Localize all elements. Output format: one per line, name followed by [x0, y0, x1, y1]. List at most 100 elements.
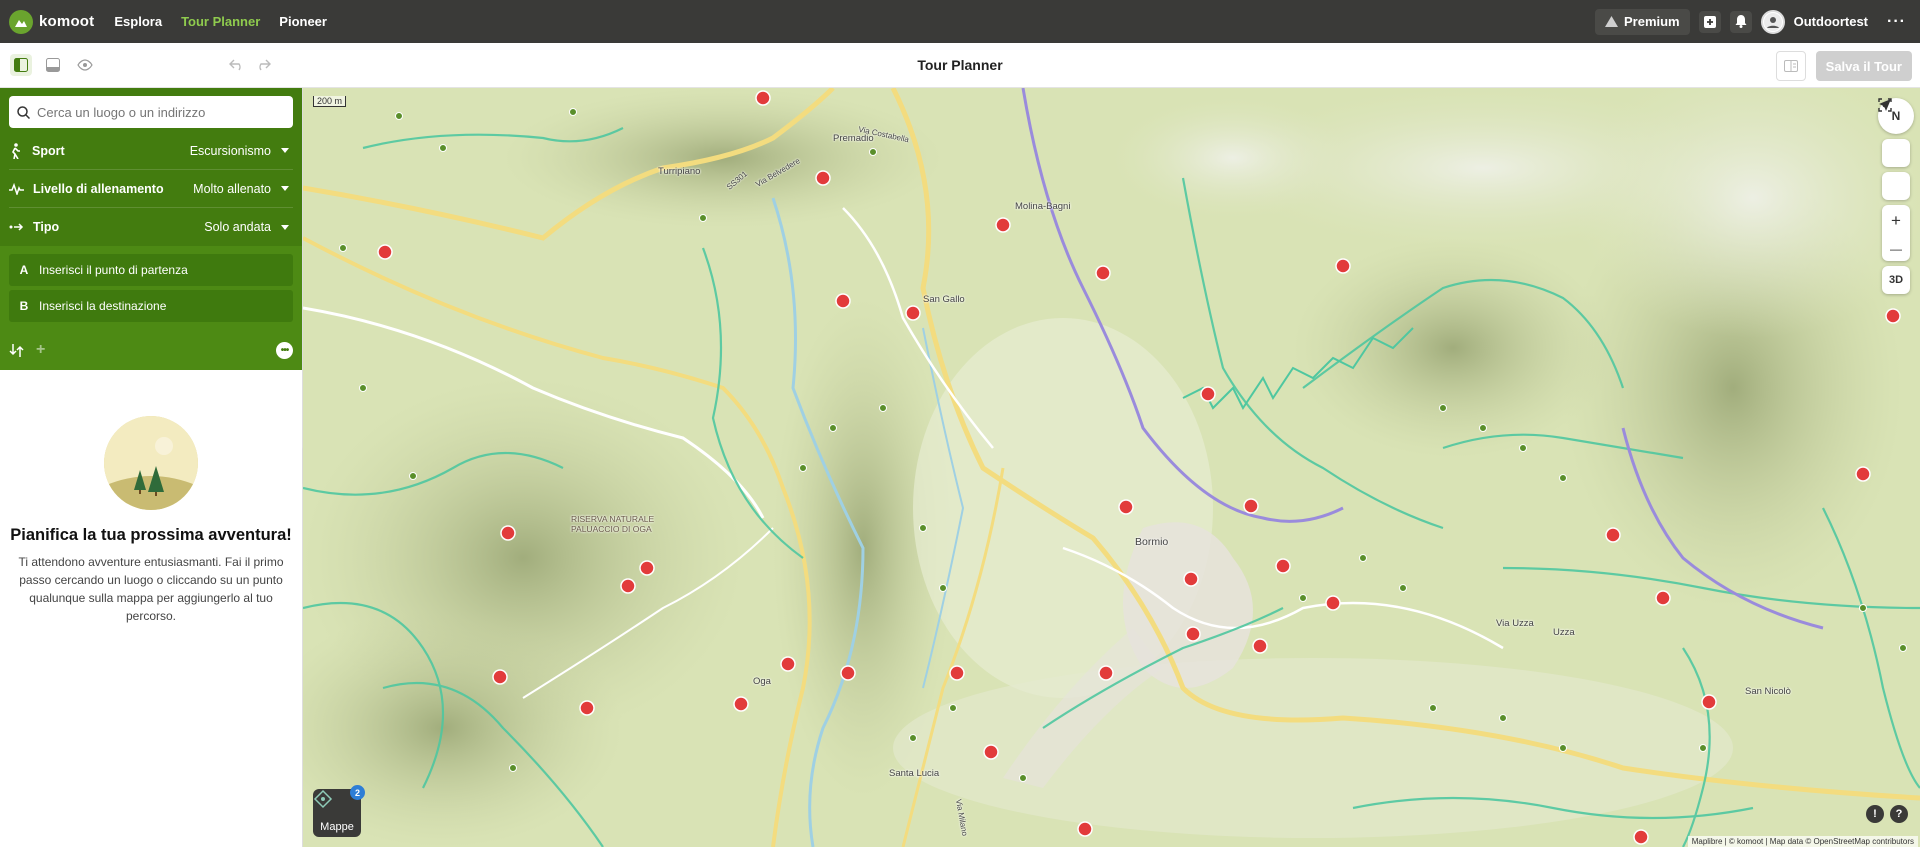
3d-button[interactable]: 3D: [1882, 266, 1910, 294]
map-controls: N + — 3D: [1878, 98, 1914, 294]
sport-label: Sport: [32, 143, 65, 158]
top-right-actions: Premium Outdoortest ···: [1594, 8, 1906, 35]
plus-square-icon: [1703, 15, 1716, 28]
waypoint-destination[interactable]: B Inserisci la destinazione: [9, 290, 293, 322]
chevron-down-icon: [281, 224, 289, 230]
add-waypoint-button[interactable]: +: [36, 341, 45, 359]
mountain-icon: [1604, 16, 1618, 27]
save-tour-button[interactable]: Salva il Tour: [1815, 51, 1912, 81]
sport-selector[interactable]: Sport Escursionismo: [9, 132, 293, 170]
map-canvas[interactable]: 200 m Premadio Turripiano Molina-Bagni S…: [303, 88, 1920, 847]
waypoint-destination-text: Inserisci la destinazione: [39, 299, 167, 313]
planner-sidebar: Sport Escursionismo Livello di allenamen…: [0, 88, 303, 847]
more-menu-button[interactable]: ···: [1887, 13, 1906, 31]
place-label: San Nicolò: [1745, 686, 1791, 697]
waypoints-list: A Inserisci il punto di partenza B Inser…: [0, 246, 302, 334]
planner-toolbar: Tour Planner Salva il Tour: [0, 43, 1920, 88]
layers-count-badge: 2: [350, 785, 365, 800]
komoot-logo[interactable]: komoot: [9, 9, 94, 34]
chevron-down-icon: [281, 186, 289, 191]
fitness-value: Molto allenato: [193, 181, 271, 196]
swap-icon[interactable]: [9, 343, 24, 358]
toolbar-right-actions: Salva il Tour: [1775, 51, 1912, 81]
nav-pioneer[interactable]: Pioneer: [279, 14, 327, 29]
premium-button[interactable]: Premium: [1594, 8, 1690, 35]
fitness-level-selector[interactable]: Livello di allenamento Molto allenato: [9, 170, 293, 208]
search-box[interactable]: [9, 96, 293, 128]
zoom-in-button[interactable]: +: [1891, 211, 1901, 231]
sidebar-icon: [14, 58, 28, 72]
create-button[interactable]: [1698, 10, 1721, 33]
place-label: PALUACCIO DI OGA: [571, 524, 652, 534]
waypoint-start-text: Inserisci il punto di partenza: [39, 263, 188, 277]
top-navigation-bar: komoot Esplora Tour Planner Pioneer Prem…: [0, 0, 1920, 43]
bottom-panel-button[interactable]: [42, 54, 64, 76]
report-icon[interactable]: !: [1866, 805, 1884, 823]
page-title: Tour Planner: [917, 57, 1003, 73]
preview-button[interactable]: [74, 54, 96, 76]
redo-icon: [259, 59, 271, 71]
avatar-icon: [1763, 12, 1782, 31]
map-info-buttons: ! ?: [1866, 805, 1908, 823]
locate-button[interactable]: [1879, 99, 1910, 167]
place-label: San Gallo: [923, 294, 965, 305]
bottom-panel-icon: [46, 58, 60, 72]
place-label: RISERVA NATURALE: [571, 514, 655, 524]
undo-icon: [229, 59, 241, 71]
waypoint-actions: + •••: [0, 330, 302, 370]
zoom-controls: + —: [1882, 205, 1910, 261]
fit-view-button[interactable]: [1878, 98, 1910, 200]
notifications-button[interactable]: [1729, 10, 1752, 33]
map-terrain: [303, 88, 1920, 847]
layers-icon: [313, 789, 333, 809]
one-way-arrow-icon: [9, 223, 24, 231]
waypoint-letter: B: [19, 299, 29, 313]
pulse-icon: [9, 182, 24, 195]
empty-state: Pianifica la tua prossima avventura! Ti …: [0, 370, 302, 625]
undo-button[interactable]: [226, 54, 248, 76]
place-label: Via Uzza: [1496, 618, 1534, 629]
user-avatar[interactable]: [1760, 9, 1785, 34]
empty-state-text: Ti attendono avventure entusiasmanti. Fa…: [18, 555, 284, 623]
hiker-icon: [12, 142, 20, 159]
compare-button[interactable]: [1775, 51, 1806, 81]
planner-settings-panel: Sport Escursionismo Livello di allenamen…: [0, 88, 302, 370]
eye-icon: [77, 59, 93, 71]
place-label: Molina-Bagni: [1015, 201, 1071, 212]
search-input[interactable]: [37, 104, 293, 120]
place-label: Santa Lucia: [889, 768, 940, 779]
adventure-illustration: [104, 416, 198, 510]
username[interactable]: Outdoortest: [1794, 14, 1868, 29]
map-layers-label: Mappe: [320, 821, 354, 833]
premium-label: Premium: [1623, 14, 1680, 29]
place-label: Turripiano: [658, 166, 701, 177]
main-nav: Esplora Tour Planner Pioneer: [114, 14, 327, 29]
map-scale: 200 m: [313, 96, 347, 107]
place-label: Bormio: [1135, 536, 1169, 548]
redo-button[interactable]: [252, 54, 274, 76]
focus-icon: [1878, 98, 1892, 112]
place-label: Uzza: [1553, 627, 1575, 638]
nav-tour-planner[interactable]: Tour Planner: [181, 14, 260, 29]
map-layers-button[interactable]: Mappe 2: [313, 785, 365, 837]
chevron-down-icon: [281, 148, 289, 153]
waypoint-start[interactable]: A Inserisci il punto di partenza: [9, 254, 293, 286]
more-options-icon[interactable]: •••: [276, 341, 293, 359]
help-icon[interactable]: ?: [1890, 805, 1908, 823]
komoot-logo-icon: [9, 9, 33, 34]
place-label: Oga: [753, 676, 771, 687]
empty-state-title: Pianifica la tua prossima avventura!: [10, 526, 292, 544]
fitness-label: Livello di allenamento: [33, 181, 164, 196]
map-attribution[interactable]: Maplibre | © komoot | Map data © OpenStr…: [1687, 836, 1918, 847]
layout-icon: [1783, 60, 1798, 72]
tour-type-value: Solo andata: [204, 220, 271, 234]
sidebar-toggle-button[interactable]: [10, 54, 32, 76]
nav-esplora[interactable]: Esplora: [114, 14, 162, 29]
tour-type-label: Tipo: [33, 220, 60, 234]
zoom-out-button[interactable]: —: [1890, 242, 1902, 256]
search-icon: [17, 105, 30, 119]
tour-type-selector[interactable]: Tipo Solo andata: [9, 208, 293, 246]
bell-icon: [1735, 15, 1747, 28]
sport-value: Escursionismo: [189, 143, 271, 158]
waypoint-letter: A: [19, 263, 29, 277]
